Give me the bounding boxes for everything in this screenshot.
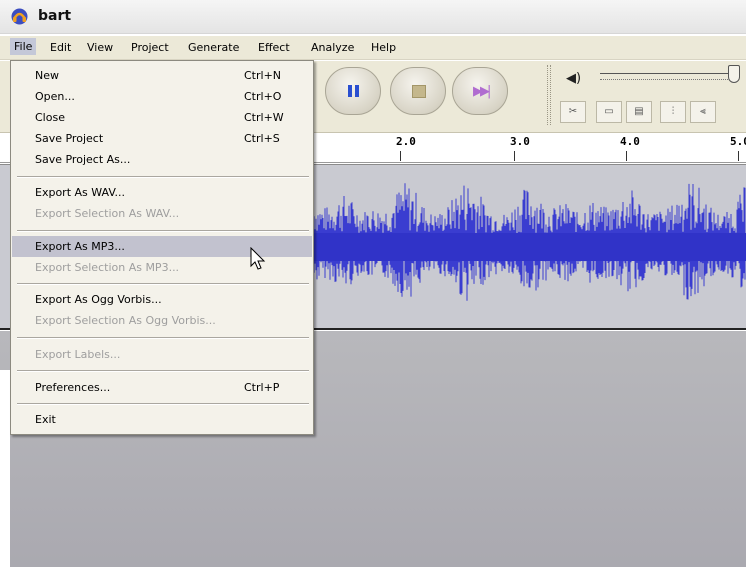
menu-item-export-selection-wav[interactable]: Export Selection As WAV... — [12, 203, 312, 224]
skip-to-end-icon: ▶▶| — [473, 84, 491, 99]
scissors-icon: ✂ — [568, 106, 578, 117]
menu-item-export-selection-mp3[interactable]: Export Selection As MP3... — [12, 257, 312, 278]
file-menu-dropdown: New Ctrl+N Open... Ctrl+O Close Ctrl+W Save… — [10, 60, 314, 435]
ruler-label: 2.0 — [396, 135, 416, 148]
ruler-tick — [514, 151, 515, 161]
audacity-window: bart File Edit View Project Generate Eff… — [0, 0, 746, 567]
menu-item-save-project-as[interactable]: Save Project As... — [12, 149, 312, 170]
speaker-icon: ◀) — [566, 71, 582, 86]
menu-generate[interactable]: Generate — [188, 40, 239, 55]
toolbar-grip[interactable] — [547, 65, 551, 125]
pause-button[interactable] — [325, 67, 381, 115]
trim-icon: ⫶ — [671, 106, 675, 117]
mouse-pointer-icon — [250, 247, 266, 270]
menu-separator — [17, 370, 309, 372]
menu-separator — [17, 230, 309, 232]
volume-slider[interactable] — [600, 73, 738, 81]
stop-icon — [412, 85, 426, 98]
menu-separator — [17, 176, 309, 178]
paste-button[interactable]: ▤ — [626, 101, 652, 123]
menu-item-open[interactable]: Open... Ctrl+O — [12, 86, 312, 107]
paste-icon: ▤ — [634, 106, 644, 117]
cut-button[interactable]: ✂ — [560, 101, 586, 123]
menu-edit[interactable]: Edit — [50, 40, 71, 55]
trim-button[interactable]: ⫶ — [660, 101, 686, 123]
menu-item-save-project[interactable]: Save Project Ctrl+S — [12, 128, 312, 149]
menu-separator — [17, 337, 309, 339]
menu-item-export-selection-ogg[interactable]: Export Selection As Ogg Vorbis... — [12, 310, 312, 331]
copy-icon: ▭ — [604, 106, 614, 117]
audacity-logo-icon — [11, 8, 28, 25]
skip-to-end-button[interactable]: ▶▶| — [452, 67, 508, 115]
menu-analyze[interactable]: Analyze — [311, 40, 354, 55]
stop-button[interactable] — [390, 67, 446, 115]
menu-help[interactable]: Help — [371, 40, 396, 55]
menu-item-exit[interactable]: Exit — [12, 409, 312, 430]
menu-item-export-ogg[interactable]: Export As Ogg Vorbis... — [12, 289, 312, 310]
window-title: bart — [38, 8, 72, 24]
menu-separator — [17, 403, 309, 405]
title-bar: bart — [0, 0, 746, 34]
menu-separator — [17, 283, 309, 285]
menu-item-preferences[interactable]: Preferences... Ctrl+P — [12, 377, 312, 398]
menu-bar: File Edit View Project Generate Effect A… — [0, 36, 746, 60]
menu-project[interactable]: Project — [131, 40, 169, 55]
menu-item-export-wav[interactable]: Export As WAV... — [12, 182, 312, 203]
left-edge-strip — [0, 370, 10, 567]
menu-effect[interactable]: Effect — [258, 40, 290, 55]
menu-item-export-labels[interactable]: Export Labels... — [12, 344, 312, 365]
menu-item-export-mp3[interactable]: Export As MP3... — [12, 236, 312, 257]
ruler-tick — [738, 151, 739, 161]
copy-button[interactable]: ▭ — [596, 101, 622, 123]
pause-icon — [348, 85, 352, 97]
silence-button[interactable]: ⫷ — [690, 101, 716, 123]
menu-file[interactable]: File — [10, 38, 37, 55]
silence-icon: ⫷ — [700, 106, 706, 117]
ruler-label: 3.0 — [510, 135, 530, 148]
ruler-tick — [626, 151, 627, 161]
ruler-tick — [400, 151, 401, 161]
waveform-core — [314, 233, 746, 261]
ruler-label: 4.0 — [620, 135, 640, 148]
volume-slider-thumb[interactable] — [728, 65, 740, 83]
menu-item-close[interactable]: Close Ctrl+W — [12, 107, 312, 128]
ruler-label: 5.0 — [730, 135, 746, 148]
menu-view[interactable]: View — [87, 40, 113, 55]
menu-item-new[interactable]: New Ctrl+N — [12, 65, 312, 86]
